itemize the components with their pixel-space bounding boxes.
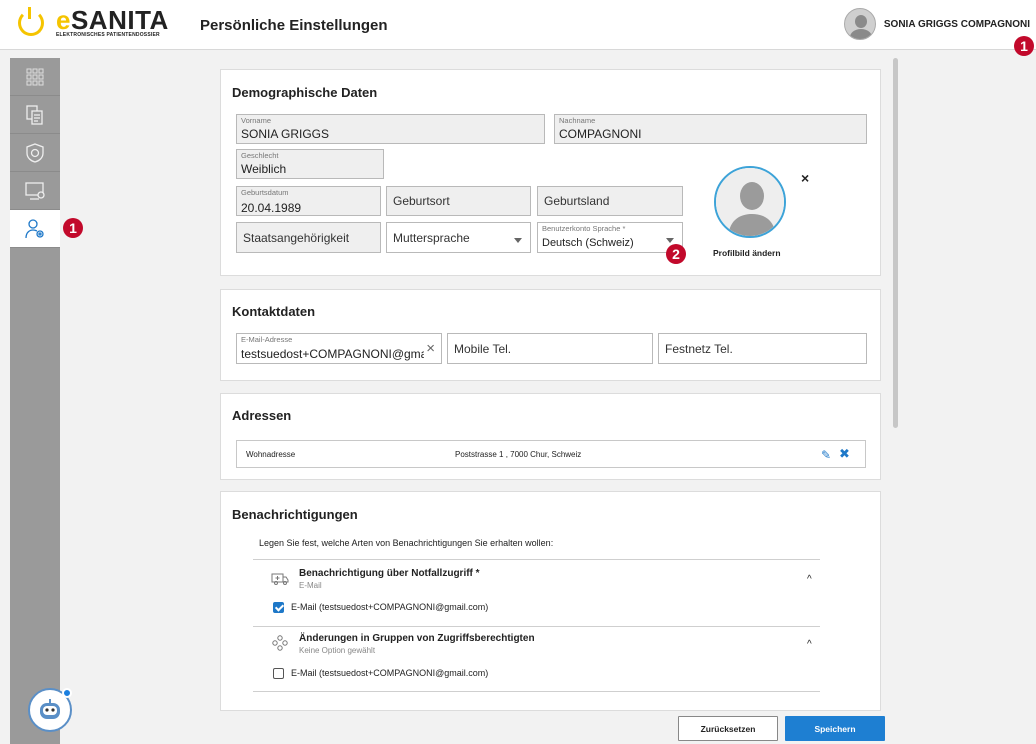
notifications-intro: Legen Sie fest, welche Arten von Benachr… (259, 538, 554, 548)
chevron-down-icon (514, 237, 522, 243)
esanita-logo[interactable]: eSANITA ELEKTRONISCHES PATIENTENDOSSIER (18, 7, 169, 38)
vorname-field: Vorname SONIA GRIGGS (236, 114, 545, 144)
grid-icon (26, 68, 44, 85)
address-value: Poststrasse 1 , 7000 Chur, Schweiz (455, 450, 582, 459)
chevron-up-icon[interactable]: ^ (807, 574, 812, 585)
staatsangehoerigkeit-field: Staatsangehörigkeit (236, 222, 381, 253)
demographics-title: Demographische Daten (232, 85, 378, 100)
email-field[interactable]: E-Mail-Adresse testsuedost+COMPAGNONI@gm… (236, 333, 442, 364)
nachname-field: Nachname COMPAGNONI (554, 114, 867, 144)
scrollbar[interactable] (893, 58, 898, 428)
documents-icon (26, 104, 43, 125)
tutorial-badge-2: 2 (666, 244, 686, 264)
demographics-card: Demographische Daten Vorname SONIA GRIGG… (220, 69, 881, 276)
addresses-title: Adressen (232, 408, 292, 423)
robot-icon (40, 699, 60, 719)
ambulance-icon (271, 573, 289, 585)
power-logo-icon (18, 7, 44, 36)
landline-phone-field[interactable]: Festnetz Tel. (658, 333, 867, 364)
email-emergency-label[interactable]: E-Mail (testsuedost+COMPAGNONI@gmail.com… (291, 602, 488, 612)
geschlecht-field: Geschlecht Weiblich (236, 149, 384, 179)
chevron-down-icon (666, 237, 674, 243)
user-settings-icon (25, 218, 44, 238)
device-settings-icon (25, 181, 45, 200)
delete-icon[interactable]: ✖ (839, 446, 850, 462)
sidebar-item-devices[interactable] (10, 172, 60, 210)
contact-card: Kontaktdaten E-Mail-Adresse testsuedost+… (220, 289, 881, 381)
profile-photo[interactable] (714, 166, 786, 238)
remove-photo-close-icon[interactable]: × (801, 170, 809, 186)
address-type: Wohnadresse (246, 450, 296, 459)
notifications-title: Benachrichtigungen (232, 507, 358, 522)
group-icon (272, 635, 288, 651)
save-button[interactable]: Speichern (785, 716, 885, 741)
mobile-phone-field[interactable]: Mobile Tel. (447, 333, 653, 364)
page-title: Persönliche Einstellungen (200, 17, 388, 34)
change-profile-photo-link[interactable]: Profilbild ändern (713, 248, 781, 258)
sidebar-item-access[interactable] (10, 134, 60, 172)
clear-icon[interactable]: × (426, 340, 435, 357)
logo-subtitle: ELEKTRONISCHES PATIENTENDOSSIER (56, 32, 160, 38)
chatbot-button[interactable] (28, 688, 72, 732)
addresses-card: Adressen Wohnadresse Poststrasse 1 , 700… (220, 393, 881, 480)
geburtsland-field: Geburtsland (537, 186, 683, 216)
email-emergency-checkbox[interactable] (273, 602, 284, 613)
user-menu[interactable]: SONIA GRIGGS COMPAGNONI (843, 8, 1030, 40)
sidebar (10, 58, 60, 744)
edit-pencil-icon[interactable]: ✎ (821, 448, 831, 462)
email-groups-label[interactable]: E-Mail (testsuedost+COMPAGNONI@gmail.com… (291, 668, 488, 678)
muttersprache-select[interactable]: Muttersprache (386, 222, 531, 253)
notifications-card: Benachrichtigungen Legen Sie fest, welch… (220, 491, 881, 711)
contact-title: Kontaktdaten (232, 304, 316, 319)
avatar[interactable] (843, 8, 876, 40)
geburtsdatum-field: Geburtsdatum 20.04.1989 (236, 186, 381, 216)
sidebar-item-user-settings[interactable] (10, 210, 60, 248)
tutorial-badge-sidebar: 1 (63, 218, 83, 238)
shield-access-icon (26, 142, 44, 163)
chevron-up-icon[interactable]: ^ (807, 639, 812, 650)
app-header: eSANITA ELEKTRONISCHES PATIENTENDOSSIER … (0, 0, 1036, 50)
notification-dot (62, 688, 72, 698)
account-language-select[interactable]: Benutzerkonto Sprache * Deutsch (Schweiz… (537, 222, 683, 253)
user-name[interactable]: SONIA GRIGGS COMPAGNONI (884, 19, 1030, 30)
sidebar-item-documents[interactable] (10, 96, 60, 134)
geburtsort-field: Geburtsort (386, 186, 531, 216)
email-groups-checkbox[interactable] (273, 668, 284, 679)
sidebar-item-dashboard[interactable] (10, 58, 60, 96)
table-row[interactable]: Wohnadresse Poststrasse 1 , 7000 Chur, S… (236, 440, 866, 468)
tutorial-badge-1: 1 (1014, 36, 1034, 56)
reset-button[interactable]: Zurücksetzen (678, 716, 778, 741)
person-placeholder-icon (716, 168, 784, 236)
